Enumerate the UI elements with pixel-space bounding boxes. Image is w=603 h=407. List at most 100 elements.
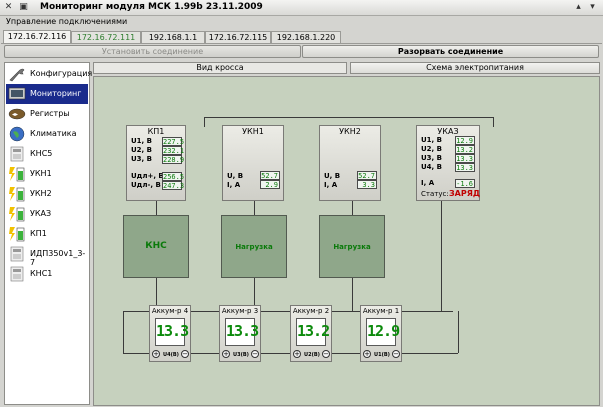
plus-terminal-icon: + — [293, 350, 301, 358]
label-i: I, А — [227, 181, 241, 189]
label-u: U, В — [227, 172, 244, 180]
battery-label: U4(В) — [163, 352, 179, 358]
sidebar: Конфигурация Мониторинг ◂▸ Регистры Клим… — [4, 62, 92, 405]
sidebar-item-ukn2[interactable]: УКН2 — [6, 184, 88, 204]
label-udp: Uдл+, В — [131, 172, 164, 180]
load-box-1[interactable]: Нагрузка — [221, 215, 287, 278]
plus-terminal-icon: + — [152, 350, 160, 358]
value-u3: 13.3 — [455, 154, 475, 163]
wire — [493, 117, 494, 127]
wire — [193, 353, 194, 354]
battery-value: 12.9 — [367, 322, 400, 340]
minus-terminal-icon: − — [251, 350, 259, 358]
minus-terminal-icon: − — [322, 350, 330, 358]
battery-icon — [9, 227, 25, 242]
kns-label: КНС — [145, 241, 167, 251]
kns-box[interactable]: КНС — [123, 215, 189, 278]
connect-button[interactable]: Установить соединение — [4, 45, 301, 58]
value-i: -1.6 — [455, 179, 475, 188]
sidebar-item-label: Климатика — [30, 129, 77, 138]
sidebar-item-monitoring[interactable]: Мониторинг — [6, 84, 88, 104]
battery-title: Аккум-р 3 — [221, 307, 259, 315]
tab-cross-view[interactable]: Вид кросса — [93, 62, 347, 74]
value-u2: 232.1 — [162, 146, 185, 155]
monitor-icon — [8, 87, 26, 100]
device-icon — [10, 246, 24, 262]
sidebar-item-label: Регистры — [30, 109, 70, 118]
wire — [441, 201, 442, 311]
device-title: КП1 — [147, 127, 165, 136]
battery-icon — [9, 167, 25, 182]
device-ukn2[interactable]: УКН2 U, В 52.7 I, А 3.3 — [319, 125, 381, 201]
sidebar-item-kns1[interactable]: КНС1 — [6, 264, 88, 284]
load-box-2[interactable]: Нагрузка — [319, 215, 385, 278]
value-u: 52.7 — [260, 171, 280, 180]
battery-icon — [9, 207, 25, 222]
battery-value: 13.3 — [156, 322, 189, 340]
value-u: 52.7 — [357, 171, 377, 180]
sidebar-item-kp1[interactable]: КП1 — [6, 224, 88, 244]
device-ukn1[interactable]: УКН1 U, В 52.7 I, А 2.9 — [222, 125, 284, 201]
battery-title: Аккум-р 1 — [362, 307, 400, 315]
tab-ip-1[interactable]: 172.16.72.116 — [3, 30, 71, 43]
wire — [254, 201, 255, 215]
status-label: Статус: — [421, 190, 449, 198]
value-u3: 228.9 — [162, 155, 185, 164]
tab-ip-3[interactable]: 192.168.1.1 — [141, 31, 205, 43]
tab-ip-2[interactable]: 172.16.72.111 — [71, 31, 141, 43]
device-ukaz[interactable]: УКАЗ U1, В 12.9 U2, В 13.2 U3, В 13.3 U4… — [416, 125, 480, 201]
sidebar-item-label: Мониторинг — [30, 89, 82, 98]
menu-connections[interactable]: Управление подключениями — [6, 17, 127, 26]
disconnect-button[interactable]: Разорвать соединение — [302, 45, 599, 58]
diagram-panel: КП1 U1, В 227.5 U2, В 232.1 U3, В 228.9 … — [93, 76, 600, 406]
chevron-up-icon[interactable]: ▴ — [573, 2, 584, 13]
tab-ip-4[interactable]: 172.16.72.115 — [205, 31, 271, 43]
load-label: Нагрузка — [333, 243, 371, 251]
chevron-down-icon[interactable]: ▾ — [587, 2, 598, 13]
sidebar-item-label: КП1 — [30, 229, 47, 238]
sidebar-item-label: УКАЗ — [30, 209, 52, 218]
label-udm: Uдл-, В — [131, 181, 161, 189]
sidebar-item-config[interactable]: Конфигурация — [6, 64, 92, 84]
sidebar-item-label: УКН1 — [30, 169, 52, 178]
sidebar-item-kns5[interactable]: КНС5 — [6, 144, 88, 164]
wrench-icon — [9, 68, 25, 82]
device-title: УКН2 — [339, 127, 361, 136]
value-udp: 256.5 — [162, 172, 185, 181]
battery-1[interactable]: Аккум-р 1 12.9 + U1(В) − — [360, 305, 402, 362]
battery-icon — [9, 187, 25, 202]
app-icon: ▣ — [19, 2, 28, 12]
tab-ip-5[interactable]: 192.168.1.220 — [271, 31, 341, 43]
value-udm: 247.3 — [162, 181, 185, 190]
sidebar-item-idp350[interactable]: ИДП350v1_3-7 — [6, 244, 88, 267]
close-icon[interactable]: ✕ — [3, 2, 14, 13]
tab-power-scheme[interactable]: Схема электропитания — [350, 62, 600, 74]
wire — [204, 117, 205, 127]
sidebar-item-ukaz[interactable]: УКАЗ — [6, 204, 88, 224]
sidebar-item-label: Конфигурация — [30, 69, 93, 78]
value-u1: 227.5 — [162, 137, 185, 146]
svg-text:◂▸: ◂▸ — [12, 111, 18, 118]
battery-3[interactable]: Аккум-р 3 13.3 + U3(В) − — [219, 305, 261, 362]
wire — [458, 311, 459, 353]
label-u3: U3, В — [421, 154, 442, 162]
value-u4: 13.3 — [455, 163, 475, 172]
value-i: 3.3 — [357, 180, 377, 189]
value-u1: 12.9 — [455, 136, 475, 145]
battery-2[interactable]: Аккум-р 2 13.2 + U2(В) − — [290, 305, 332, 362]
label-u4: U4, В — [421, 163, 442, 171]
minus-terminal-icon: − — [181, 350, 189, 358]
battery-value: 13.3 — [226, 322, 259, 340]
window-title: Мониторинг модуля МСК 1.99b 23.11.2009 — [40, 2, 263, 12]
device-kp1[interactable]: КП1 U1, В 227.5 U2, В 232.1 U3, В 228.9 … — [126, 125, 186, 201]
sidebar-item-ukn1[interactable]: УКН1 — [6, 164, 88, 184]
tab-divider — [1, 43, 602, 44]
wire — [156, 201, 157, 215]
label-u1: U1, В — [421, 136, 442, 144]
battery-title: Аккум-р 4 — [151, 307, 189, 315]
label-u: U, В — [324, 172, 341, 180]
device-icon — [10, 266, 24, 282]
sidebar-item-climate[interactable]: Климатика — [6, 124, 88, 144]
sidebar-item-registers[interactable]: ◂▸ Регистры — [6, 104, 88, 124]
battery-4[interactable]: Аккум-р 4 13.3 + U4(В) − — [149, 305, 191, 362]
